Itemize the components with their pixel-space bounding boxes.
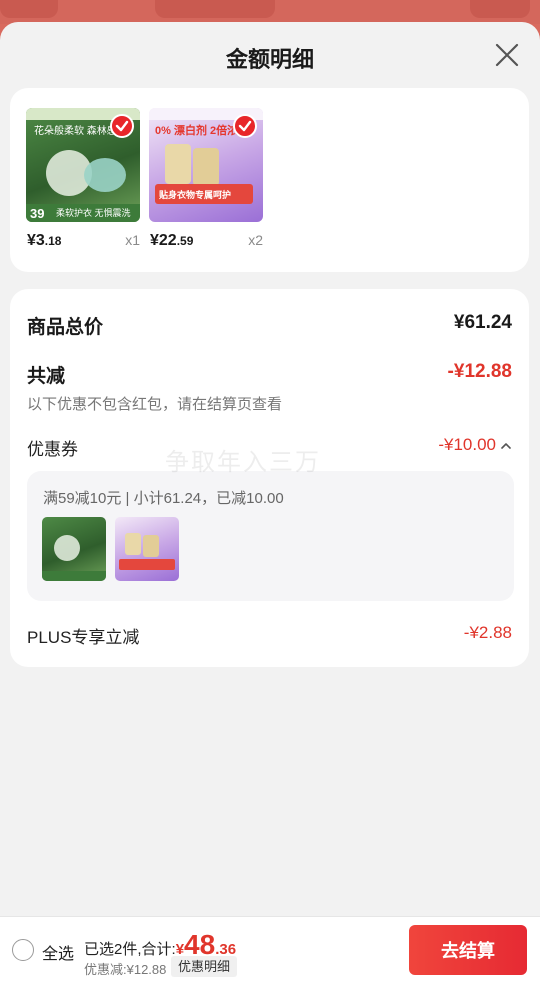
product-price: ¥3.18: [27, 232, 62, 249]
sheet-title: 金额明细: [225, 47, 314, 72]
select-all-label[interactable]: 全选: [42, 940, 74, 964]
product-item[interactable]: 0% 漂白剂 2倍浓 贴身衣物专属呵护 ¥22.59 x2: [149, 108, 263, 249]
checkout-button[interactable]: 去结算: [409, 925, 527, 975]
product-image-caption: 柔软护衣 无惧震洗: [56, 208, 131, 218]
plus-discount-value: -¥2.88: [463, 623, 512, 642]
close-icon[interactable]: [494, 42, 520, 68]
watermark: 争取年入三万: [165, 449, 321, 476]
price-summary-card: 商品总价 ¥61.24 共减 -¥12.88 以下优惠不包含红包，请在结算页查看…: [10, 289, 529, 667]
plus-discount-row: PLUS专享立减 -¥2.88: [27, 623, 512, 647]
product-image-text: 花朵般柔软 森林感: [34, 126, 117, 137]
product-image[interactable]: 0% 漂白剂 2倍浓 贴身衣物专属呵护: [149, 108, 263, 222]
total-price-value: ¥61.24: [453, 312, 512, 333]
coupon-product-thumbnail: [42, 517, 106, 581]
background-element: [470, 0, 530, 18]
select-all-radio[interactable]: [12, 939, 34, 961]
coupon-rule-text: 满59减10元 | 小计61.24，已减10.00: [43, 490, 284, 507]
total-price-label: 商品总价: [27, 317, 104, 338]
selected-count-text: 已选2件,合计:: [84, 941, 176, 958]
checked-icon: [110, 114, 134, 138]
reduction-label: 共减: [27, 366, 66, 387]
total-price-row: 商品总价 ¥61.24: [27, 312, 512, 338]
products-card: 花朵般柔软 森林感 39 柔软护衣 无惧震洗 ¥3.18 x1 0% 漂白剂 2…: [10, 88, 529, 272]
background-element: [155, 0, 275, 18]
background-element: [0, 0, 58, 18]
amount-detail-sheet: 金额明细 花朵般柔软 森林感 39 柔软护衣 无惧震洗 ¥3.18 x1 0% …: [0, 22, 540, 983]
product-image[interactable]: 花朵般柔软 森林感 39 柔软护衣 无惧震洗: [26, 108, 140, 222]
chevron-up-icon[interactable]: [500, 439, 512, 457]
reduction-note: 以下优惠不包含红包，请在结算页查看: [27, 396, 283, 413]
reduction-row: 共减 -¥12.88: [27, 361, 512, 387]
checked-icon: [233, 114, 257, 138]
background-overlay: [0, 0, 540, 24]
product-image-number: 39: [30, 206, 45, 221]
coupon-product-thumbnail: [115, 517, 179, 581]
discount-amount: 优惠减:¥12.88: [84, 962, 167, 977]
product-price: ¥22.59: [150, 232, 194, 249]
product-image-text: 0% 漂白剂 2倍浓: [155, 125, 239, 137]
checkout-bar: 全选 已选2件,合计:¥48.36 优惠减:¥12.88 优惠明细 去结算: [0, 916, 540, 983]
coupon-value: -¥10.00: [438, 435, 496, 454]
coupon-label: 优惠券: [27, 440, 78, 459]
product-image-caption: 贴身衣物专属呵护: [159, 190, 232, 200]
reduction-value: -¥12.88: [447, 361, 512, 382]
plus-discount-label: PLUS专享立减: [27, 628, 140, 647]
product-item[interactable]: 花朵般柔软 森林感 39 柔软护衣 无惧震洗 ¥3.18 x1: [26, 108, 140, 249]
product-quantity: x2: [248, 232, 263, 248]
coupon-detail-box: 满59减10元 | 小计61.24，已减10.00: [27, 471, 514, 601]
discount-detail-button[interactable]: 优惠明细: [171, 956, 238, 977]
product-quantity: x1: [125, 232, 140, 248]
